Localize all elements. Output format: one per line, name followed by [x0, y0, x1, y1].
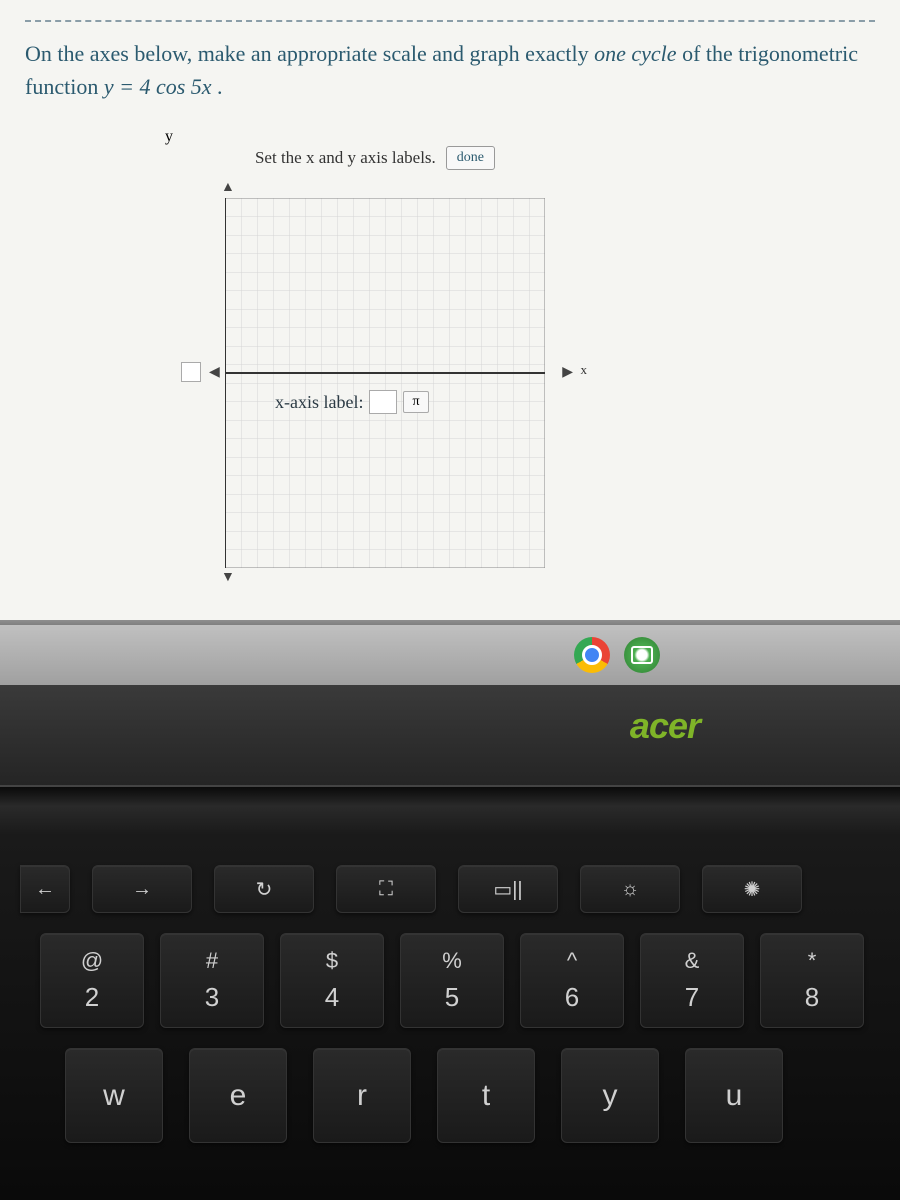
number-key-row: @ 2 # 3 $ 4 % 5 ^ 6 & 7 * 8: [10, 933, 890, 1028]
key-digit: 6: [565, 982, 579, 1013]
key-t[interactable]: t: [437, 1048, 535, 1143]
pi-button[interactable]: π: [403, 391, 428, 413]
x-axis-label-row: x-axis label: π: [275, 390, 429, 414]
chrome-icon: [574, 637, 610, 673]
key-digit: 7: [685, 982, 699, 1013]
key-symbol: ^: [567, 948, 577, 974]
key-letter: w: [103, 1079, 125, 1113]
key-symbol: $: [326, 948, 338, 974]
graph-header: Set the x and y axis labels. done: [165, 146, 585, 170]
equation-lhs: y: [104, 74, 114, 99]
key-8[interactable]: * 8: [760, 933, 864, 1028]
done-button[interactable]: done: [446, 146, 495, 170]
laptop-bezel: acer: [0, 685, 900, 835]
key-2[interactable]: @ 2: [40, 933, 144, 1028]
question-emphasis: one cycle: [594, 41, 676, 66]
y-axis-label: y: [165, 128, 173, 145]
key-letter: e: [230, 1079, 247, 1113]
key-digit: 8: [805, 982, 819, 1013]
key-5[interactable]: % 5: [400, 933, 504, 1028]
key-letter: t: [482, 1079, 490, 1113]
key-letter: r: [357, 1079, 367, 1113]
camera-icon: [624, 637, 660, 673]
key-symbol: &: [685, 948, 700, 974]
laptop-hinge: [0, 785, 900, 835]
key-y[interactable]: y: [561, 1048, 659, 1143]
x-arrow-right-icon: ▶: [562, 364, 573, 381]
key-6[interactable]: ^ 6: [520, 933, 624, 1028]
fn-key-row: ← → ↻ ⛶ ▭|| ☼ ✺: [10, 865, 890, 913]
key-symbol: #: [206, 948, 218, 974]
graph-instruction: Set the x and y axis labels.: [255, 148, 436, 168]
equation-rhs: 4 cos 5x: [139, 74, 211, 99]
fn-key-back[interactable]: ←: [20, 865, 70, 913]
key-digit: 4: [325, 982, 339, 1013]
key-3[interactable]: # 3: [160, 933, 264, 1028]
fn-key-overview[interactable]: ▭||: [458, 865, 558, 913]
equation-period: .: [217, 74, 223, 99]
axes-container[interactable]: ▲ ▼ ◀ ▶ x x-axis label: π: [205, 178, 565, 578]
screen-content: On the axes below, make an appropriate s…: [0, 0, 900, 620]
key-r[interactable]: r: [313, 1048, 411, 1143]
overview-icon: ▭||: [493, 877, 522, 902]
key-digit: 3: [205, 982, 219, 1013]
key-symbol: @: [81, 948, 103, 974]
fn-key-brightness-down[interactable]: ☼: [580, 865, 680, 913]
x-axis-value-input[interactable]: [369, 390, 397, 414]
y-arrow-down-icon: ▼: [221, 570, 235, 586]
key-4[interactable]: $ 4: [280, 933, 384, 1028]
brightness-up-icon: ✺: [744, 877, 761, 902]
below-screen-strip: [0, 625, 900, 685]
fn-key-refresh[interactable]: ↻: [214, 865, 314, 913]
forward-arrow-icon: →: [132, 878, 152, 901]
laptop-brand-logo: acer: [630, 705, 700, 747]
fn-key-fullscreen[interactable]: ⛶: [336, 865, 436, 913]
grid-svg[interactable]: [225, 198, 545, 568]
y-arrow-up-icon: ▲: [221, 180, 235, 196]
refresh-icon: ↻: [256, 877, 273, 902]
key-digit: 5: [445, 982, 459, 1013]
graph-widget: y Set the x and y axis labels. done ▲ ▼ …: [165, 128, 585, 578]
question-text-prefix: On the axes below, make an appropriate s…: [25, 41, 594, 66]
key-digit: 2: [85, 982, 99, 1013]
key-symbol: %: [442, 948, 462, 974]
key-7[interactable]: & 7: [640, 933, 744, 1028]
x-axis-label-prompt: x-axis label:: [275, 392, 363, 413]
keyboard: ← → ↻ ⛶ ▭|| ☼ ✺ @ 2 # 3 $ 4: [0, 835, 900, 1200]
qwerty-key-row: w e r t y u: [10, 1048, 890, 1143]
key-e[interactable]: e: [189, 1048, 287, 1143]
y-tick-input[interactable]: [181, 362, 201, 382]
x-arrow-left-icon: ◀: [209, 364, 220, 381]
key-symbol: *: [808, 948, 817, 974]
x-axis-label: x: [581, 362, 588, 378]
key-w[interactable]: w: [65, 1048, 163, 1143]
key-letter: u: [726, 1079, 743, 1113]
key-u[interactable]: u: [685, 1048, 783, 1143]
back-arrow-icon: ←: [35, 878, 55, 901]
equation-eq: =: [119, 74, 139, 99]
question-prompt: On the axes below, make an appropriate s…: [25, 37, 875, 103]
brightness-down-icon: ☼: [621, 878, 639, 901]
section-divider: [25, 20, 875, 22]
fn-key-forward[interactable]: →: [92, 865, 192, 913]
fullscreen-icon: ⛶: [379, 878, 393, 901]
fn-key-brightness-up[interactable]: ✺: [702, 865, 802, 913]
key-letter: y: [603, 1079, 618, 1113]
